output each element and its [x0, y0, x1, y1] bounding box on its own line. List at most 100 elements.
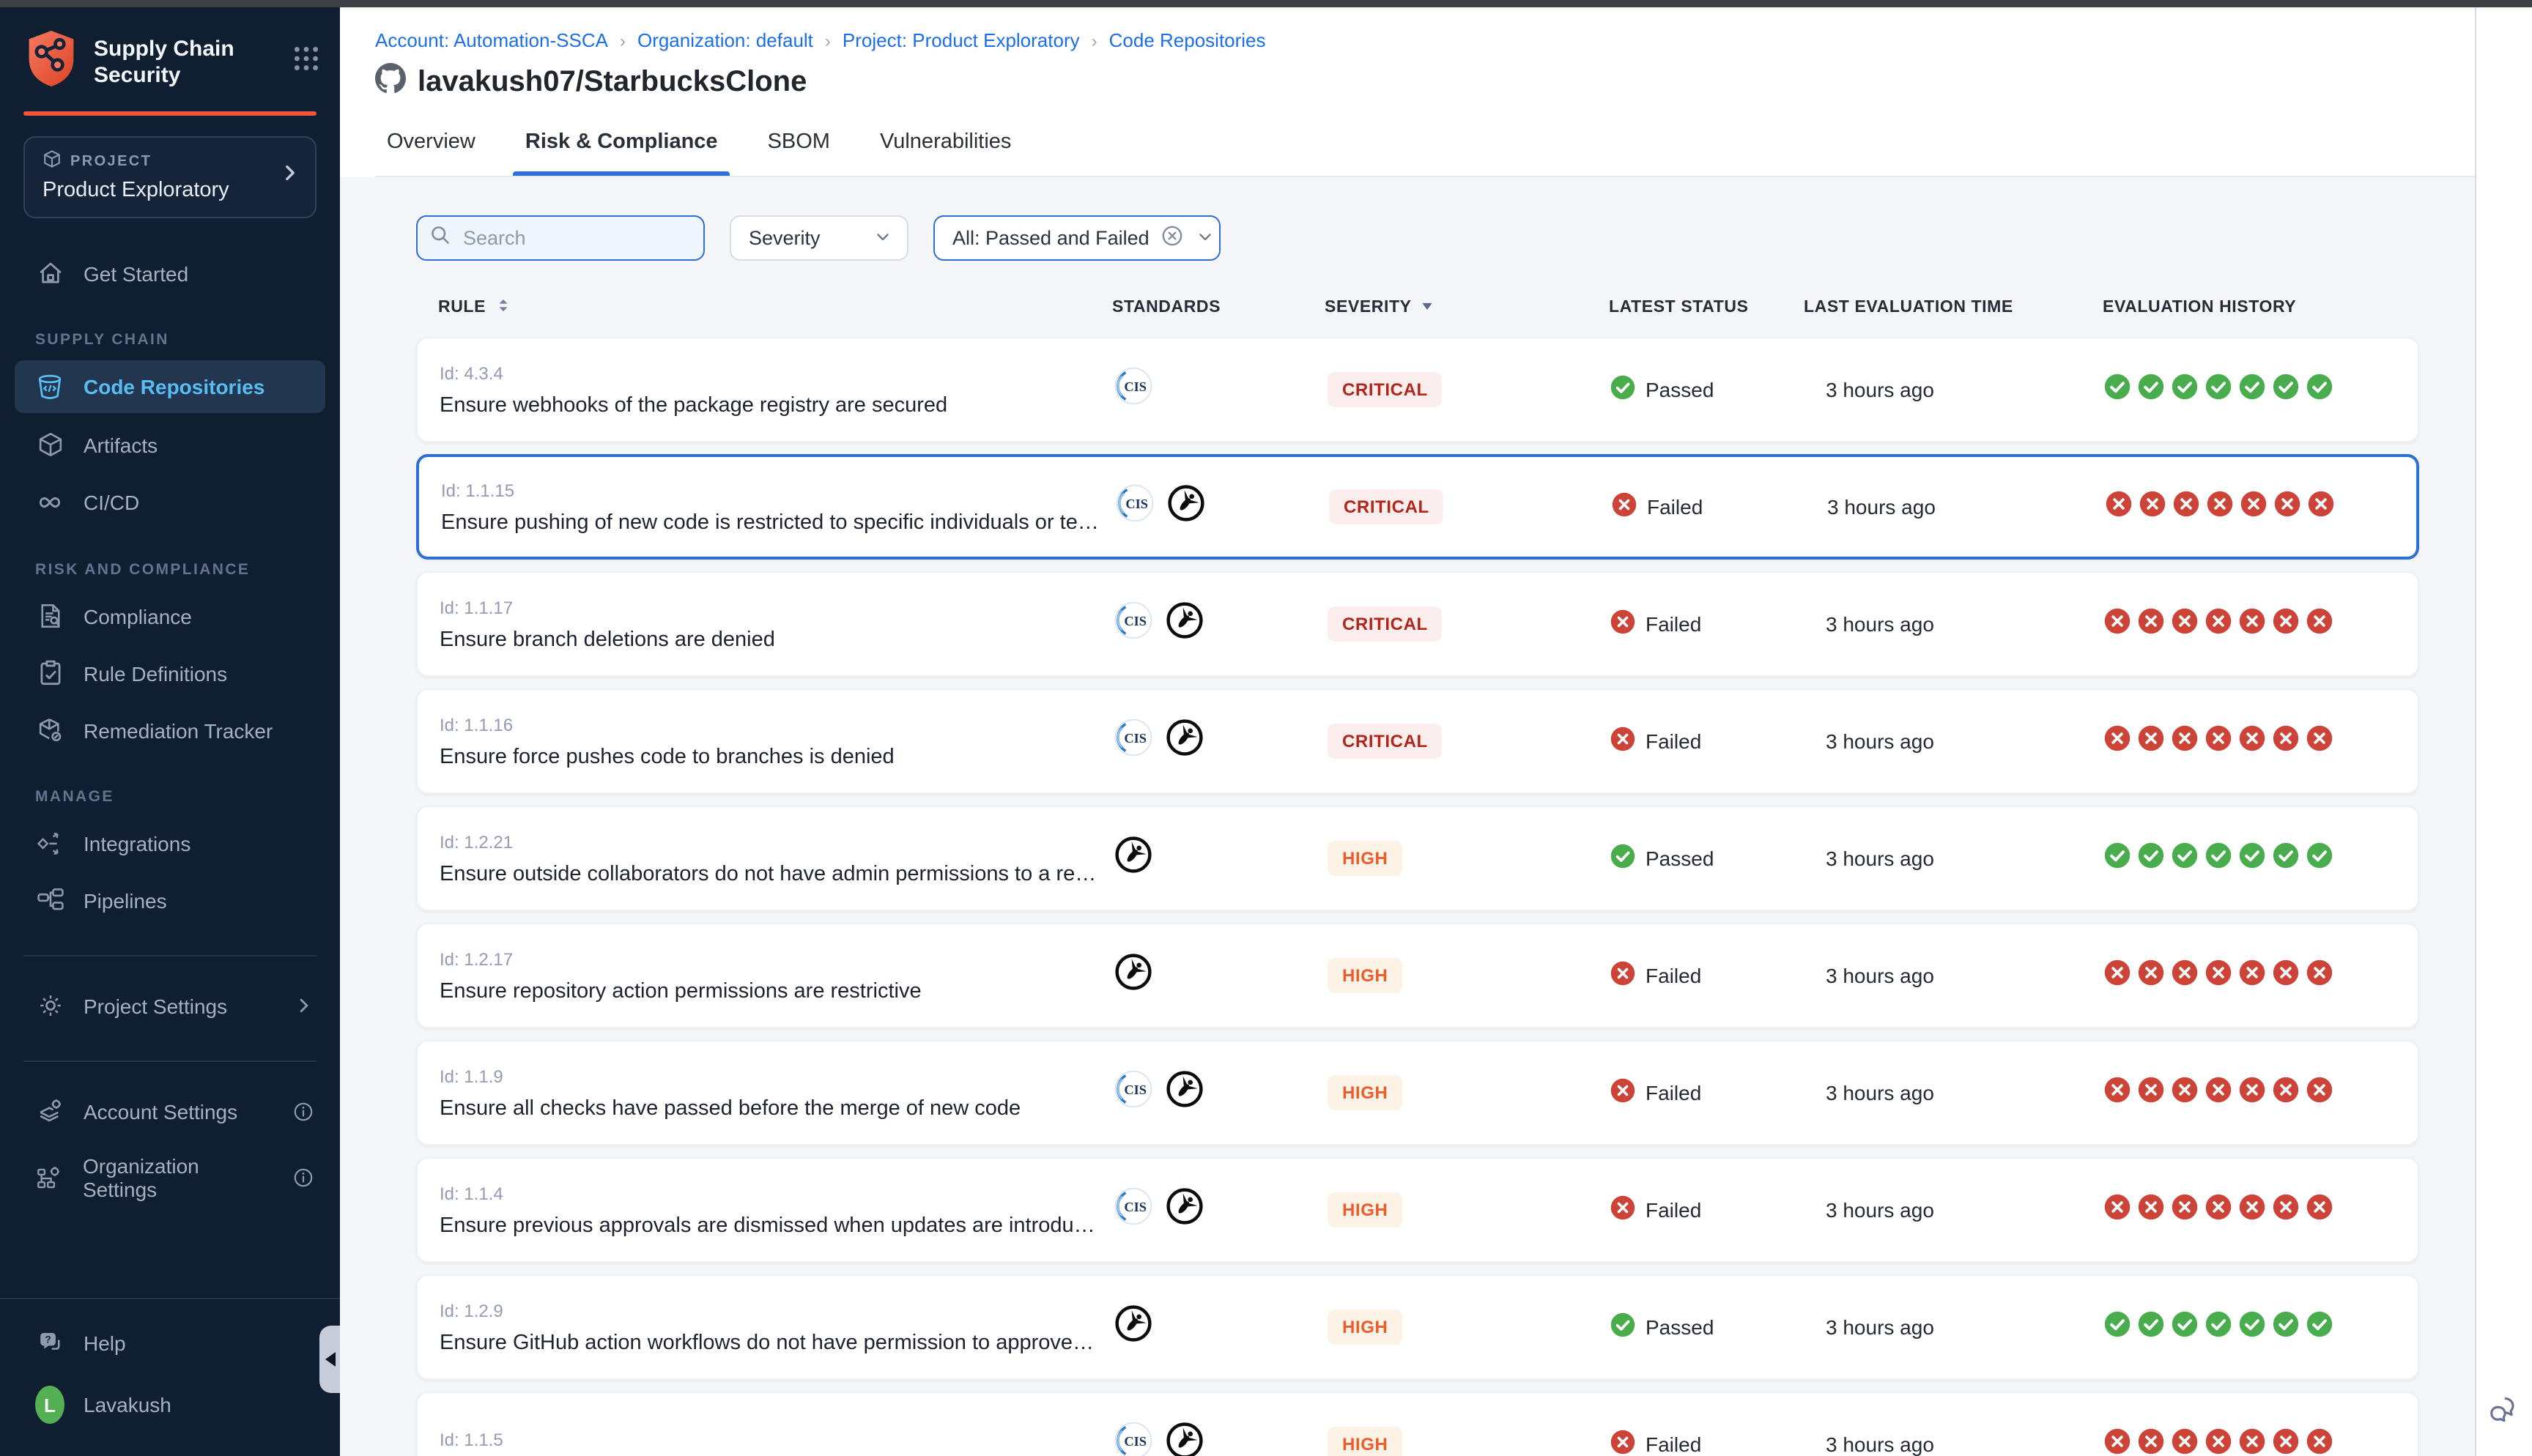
- sidebar-item-artifacts[interactable]: Artifacts: [15, 419, 325, 470]
- table-row[interactable]: Id: 1.1.16Ensure force pushes code to br…: [416, 688, 2419, 794]
- failed-x-icon[interactable]: [2172, 959, 2198, 992]
- failed-x-icon[interactable]: [2239, 1427, 2265, 1456]
- passed-check-icon[interactable]: [2138, 1310, 2164, 1344]
- failed-x-icon[interactable]: [2205, 724, 2232, 758]
- passed-check-icon[interactable]: [2172, 1310, 2198, 1344]
- project-selector[interactable]: PROJECT Product Exploratory: [23, 136, 316, 218]
- failed-x-icon[interactable]: [2106, 490, 2132, 524]
- sidebar-item-remediation-tracker[interactable]: Remediation Tracker: [15, 705, 325, 756]
- failed-x-icon[interactable]: [2172, 607, 2198, 641]
- sidebar-item-user[interactable]: L Lavakush: [15, 1374, 325, 1435]
- failed-x-icon[interactable]: [2104, 724, 2131, 758]
- failed-x-icon[interactable]: [2306, 1427, 2333, 1456]
- sort-down-icon[interactable]: [1421, 298, 1435, 317]
- passed-check-icon[interactable]: [2273, 373, 2299, 406]
- sidebar-item-integrations[interactable]: Integrations: [15, 817, 325, 869]
- sidebar-collapse-handle[interactable]: [319, 1326, 340, 1393]
- failed-x-icon[interactable]: [2306, 724, 2333, 758]
- sidebar-item-compliance[interactable]: Compliance: [15, 590, 325, 642]
- passed-check-icon[interactable]: [2306, 1310, 2333, 1344]
- failed-x-icon[interactable]: [2205, 607, 2232, 641]
- passed-check-icon[interactable]: [2239, 1310, 2265, 1344]
- sidebar-item-code-repositories[interactable]: Code Repositories: [15, 360, 325, 413]
- search-input[interactable]: [460, 226, 692, 250]
- failed-x-icon[interactable]: [2239, 607, 2265, 641]
- tab-risk-compliance[interactable]: Risk & Compliance: [522, 119, 721, 176]
- failed-x-icon[interactable]: [2205, 959, 2232, 992]
- sidebar-item-rule-definitions[interactable]: Rule Definitions: [15, 647, 325, 699]
- failed-x-icon[interactable]: [2306, 1076, 2333, 1110]
- passed-check-icon[interactable]: [2172, 842, 2198, 875]
- failed-x-icon[interactable]: [2273, 1193, 2299, 1227]
- failed-x-icon[interactable]: [2138, 1193, 2164, 1227]
- clear-filter-icon[interactable]: [1161, 224, 1185, 252]
- failed-x-icon[interactable]: [2273, 1076, 2299, 1110]
- failed-x-icon[interactable]: [2104, 1193, 2131, 1227]
- failed-x-icon[interactable]: [2138, 959, 2164, 992]
- failed-x-icon[interactable]: [2273, 959, 2299, 992]
- failed-x-icon[interactable]: [2306, 1193, 2333, 1227]
- failed-x-icon[interactable]: [2172, 1076, 2198, 1110]
- passed-check-icon[interactable]: [2205, 1310, 2232, 1344]
- failed-x-icon[interactable]: [2139, 490, 2166, 524]
- failed-x-icon[interactable]: [2239, 724, 2265, 758]
- failed-x-icon[interactable]: [2273, 1427, 2299, 1456]
- sort-both-icon[interactable]: [495, 296, 511, 319]
- passed-check-icon[interactable]: [2306, 373, 2333, 406]
- passed-check-icon[interactable]: [2138, 842, 2164, 875]
- failed-x-icon[interactable]: [2273, 607, 2299, 641]
- failed-x-icon[interactable]: [2207, 490, 2233, 524]
- failed-x-icon[interactable]: [2173, 490, 2199, 524]
- breadcrumb-code-repositories-link[interactable]: Code Repositories: [1109, 28, 1266, 54]
- table-row[interactable]: Id: 1.2.21Ensure outside collaborators d…: [416, 806, 2419, 911]
- breadcrumb-organization-link[interactable]: Organization: default: [637, 28, 813, 54]
- info-icon[interactable]: [293, 1101, 314, 1121]
- failed-x-icon[interactable]: [2104, 1076, 2131, 1110]
- failed-x-icon[interactable]: [2239, 1193, 2265, 1227]
- sidebar-item-pipelines[interactable]: Pipelines: [15, 874, 325, 926]
- breadcrumb-project-link[interactable]: Project: Product Exploratory: [843, 28, 1080, 54]
- failed-x-icon[interactable]: [2104, 607, 2131, 641]
- table-row[interactable]: Id: 1.1.15Ensure pushing of new code is …: [416, 454, 2419, 560]
- tab-vulnerabilities[interactable]: Vulnerabilities: [877, 119, 1014, 176]
- tab-sbom[interactable]: SBOM: [765, 119, 833, 176]
- table-row[interactable]: Id: 1.1.17Ensure branch deletions are de…: [416, 571, 2419, 677]
- failed-x-icon[interactable]: [2274, 490, 2300, 524]
- failed-x-icon[interactable]: [2172, 1427, 2198, 1456]
- passed-check-icon[interactable]: [2239, 373, 2265, 406]
- failed-x-icon[interactable]: [2240, 490, 2267, 524]
- passed-check-icon[interactable]: [2104, 373, 2131, 406]
- sidebar-item-help[interactable]: ? Help: [15, 1317, 325, 1368]
- passed-check-icon[interactable]: [2273, 1310, 2299, 1344]
- tab-overview[interactable]: Overview: [384, 119, 478, 176]
- table-row[interactable]: Id: 1.1.9Ensure all checks have passed b…: [416, 1040, 2419, 1145]
- failed-x-icon[interactable]: [2138, 724, 2164, 758]
- sidebar-item-project-settings[interactable]: Project Settings: [15, 980, 325, 1031]
- sidebar-item-get-started[interactable]: Get Started: [15, 248, 325, 299]
- support-chat-icon[interactable]: [2487, 1393, 2522, 1435]
- breadcrumb-account-link[interactable]: Account: Automation-SSCA: [375, 28, 608, 54]
- passed-check-icon[interactable]: [2306, 842, 2333, 875]
- failed-x-icon[interactable]: [2308, 490, 2334, 524]
- failed-x-icon[interactable]: [2205, 1193, 2232, 1227]
- info-icon[interactable]: [293, 1167, 314, 1188]
- failed-x-icon[interactable]: [2306, 959, 2333, 992]
- passed-check-icon[interactable]: [2205, 842, 2232, 875]
- failed-x-icon[interactable]: [2172, 724, 2198, 758]
- failed-x-icon[interactable]: [2239, 1076, 2265, 1110]
- sidebar-item-account-settings[interactable]: Account Settings: [15, 1085, 325, 1137]
- failed-x-icon[interactable]: [2306, 607, 2333, 641]
- passed-check-icon[interactable]: [2138, 373, 2164, 406]
- failed-x-icon[interactable]: [2104, 959, 2131, 992]
- sidebar-item-organization-settings[interactable]: Organization Settings: [15, 1143, 325, 1213]
- status-filter-dropdown[interactable]: All: Passed and Failed: [933, 215, 1221, 261]
- table-row[interactable]: Id: 1.1.5CISHIGHFailed3 hours ago: [416, 1392, 2419, 1456]
- severity-filter-dropdown[interactable]: Severity: [730, 215, 908, 261]
- passed-check-icon[interactable]: [2104, 842, 2131, 875]
- passed-check-icon[interactable]: [2172, 373, 2198, 406]
- passed-check-icon[interactable]: [2205, 373, 2232, 406]
- passed-check-icon[interactable]: [2273, 842, 2299, 875]
- table-row[interactable]: Id: 1.2.9Ensure GitHub action workflows …: [416, 1274, 2419, 1380]
- failed-x-icon[interactable]: [2138, 607, 2164, 641]
- table-row[interactable]: Id: 1.2.17Ensure repository action permi…: [416, 923, 2419, 1028]
